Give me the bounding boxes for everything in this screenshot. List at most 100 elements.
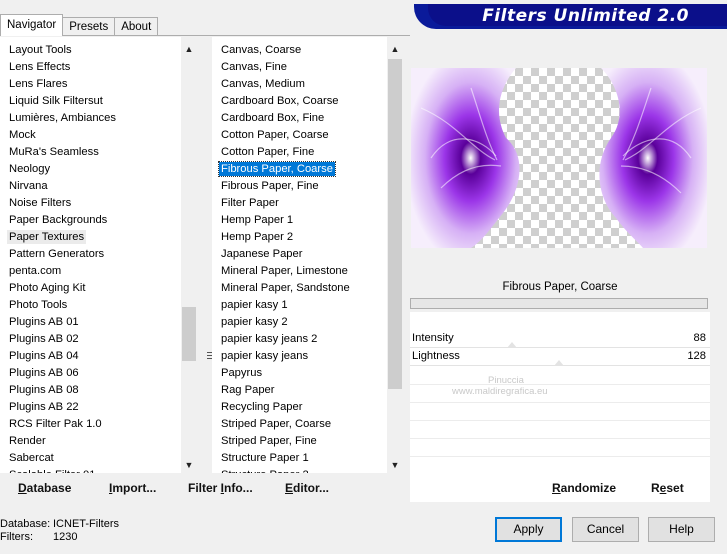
- category-item[interactable]: Layout Tools: [0, 43, 181, 60]
- slider-thumb-icon[interactable]: [554, 360, 564, 366]
- category-item[interactable]: Pattern Generators: [0, 247, 181, 264]
- scroll-down-icon[interactable]: ▼: [387, 457, 403, 473]
- category-item[interactable]: Liquid Silk Filtersut: [0, 94, 181, 111]
- filter-item-label: Structure Paper 2: [219, 468, 311, 473]
- database-button[interactable]: Database: [18, 481, 71, 495]
- filter-scrollbar[interactable]: ▲ ▼: [387, 37, 403, 473]
- filters-info: Filters: 1230: [0, 531, 77, 543]
- filter-item[interactable]: Mineral Paper, Sandstone: [212, 281, 387, 298]
- filter-item[interactable]: Cardboard Box, Coarse: [212, 94, 387, 111]
- category-item[interactable]: Scalable Filter 01: [0, 468, 181, 473]
- filter-item[interactable]: Papyrus: [212, 366, 387, 383]
- reset-button[interactable]: Reset: [651, 481, 684, 495]
- filter-item-label: Papyrus: [221, 367, 263, 379]
- filter-item[interactable]: papier kasy 1: [212, 298, 387, 315]
- tab-bar: Navigator Presets About: [0, 14, 159, 36]
- category-item-label: Sabercat: [9, 452, 54, 464]
- filter-item-label: Cardboard Box, Coarse: [221, 95, 339, 107]
- category-item[interactable]: MuRa's Seamless: [0, 145, 181, 162]
- filter-item[interactable]: Canvas, Medium: [212, 77, 387, 94]
- filter-item[interactable]: papier kasy jeans 2: [212, 332, 387, 349]
- filter-item[interactable]: Hemp Paper 2: [212, 230, 387, 247]
- filter-item-label: Fibrous Paper, Fine: [221, 180, 319, 192]
- category-item[interactable]: Nirvana: [0, 179, 181, 196]
- scroll-down-icon[interactable]: ▼: [181, 457, 197, 473]
- tab-about[interactable]: About: [114, 17, 159, 36]
- param-lightness[interactable]: Lightness 128: [410, 348, 710, 366]
- filter-item[interactable]: Recycling Paper: [212, 400, 387, 417]
- filter-item[interactable]: Japanese Paper: [212, 247, 387, 264]
- filter-item[interactable]: Cotton Paper, Coarse: [212, 128, 387, 145]
- filter-item-label: Structure Paper 1: [221, 452, 309, 464]
- preview-artwork: [411, 68, 707, 248]
- category-item[interactable]: Plugins AB 01: [0, 315, 181, 332]
- filters-value: 1230: [53, 531, 78, 543]
- category-item[interactable]: Lens Effects: [0, 60, 181, 77]
- scroll-up-icon[interactable]: ▲: [387, 41, 403, 57]
- category-item-label: Photo Aging Kit: [9, 282, 86, 294]
- scroll-up-icon[interactable]: ▲: [181, 41, 197, 57]
- filter-item[interactable]: Canvas, Coarse: [212, 43, 387, 60]
- param-intensity[interactable]: Intensity 88: [410, 330, 710, 348]
- database-info: Database: ICNET-Filters: [0, 518, 119, 530]
- category-scrollbar[interactable]: ▲ ▼: [181, 37, 197, 473]
- randomize-button[interactable]: Randomize: [552, 481, 616, 495]
- editor-button[interactable]: Editor...: [285, 481, 329, 495]
- category-list[interactable]: Layout Tools Lens Effects Lens Flares Liqui…: [0, 37, 181, 473]
- category-item[interactable]: Render: [0, 434, 181, 451]
- category-scroll-thumb[interactable]: [182, 307, 196, 361]
- filter-item-label: Cotton Paper, Fine: [221, 146, 315, 158]
- param-value: 88: [693, 332, 706, 344]
- category-item[interactable]: Plugins AB 04: [0, 349, 181, 366]
- filter-item[interactable]: Mineral Paper, Limestone: [212, 264, 387, 281]
- import-button[interactable]: Import...: [109, 481, 156, 495]
- filter-item[interactable]: Fibrous Paper, Fine: [212, 179, 387, 196]
- filter-item-label: papier kasy jeans: [221, 350, 309, 362]
- category-item[interactable]: Lumières, Ambiances: [0, 111, 181, 128]
- filter-list[interactable]: Canvas, Coarse Canvas, Fine Canvas, Medium…: [212, 37, 387, 473]
- help-button[interactable]: Help: [648, 517, 715, 542]
- category-item-label: Lens Effects: [9, 61, 71, 73]
- filter-item[interactable]: Rag Paper: [212, 383, 387, 400]
- category-item[interactable]: Noise Filters: [0, 196, 181, 213]
- category-item[interactable]: Plugins AB 06: [0, 366, 181, 383]
- category-item-label: Lens Flares: [9, 78, 68, 90]
- filter-item[interactable]: papier kasy jeans: [212, 349, 387, 366]
- category-item[interactable]: Mock: [0, 128, 181, 145]
- category-item[interactable]: Plugins AB 02: [0, 332, 181, 349]
- apply-button[interactable]: Apply: [495, 517, 562, 542]
- category-item-label: penta.com: [9, 265, 62, 277]
- filter-item[interactable]: Cardboard Box, Fine: [212, 111, 387, 128]
- category-item-label: Neology: [9, 163, 51, 175]
- category-item[interactable]: Photo Tools: [0, 298, 181, 315]
- category-item[interactable]: Paper Textures: [0, 230, 181, 247]
- tab-presets[interactable]: Presets: [62, 17, 116, 36]
- category-item[interactable]: RCS Filter Pak 1.0: [0, 417, 181, 434]
- category-item[interactable]: Neology: [0, 162, 181, 179]
- filter-item[interactable]: Hemp Paper 1: [212, 213, 387, 230]
- category-item[interactable]: Photo Aging Kit: [0, 281, 181, 298]
- filter-item[interactable]: Striped Paper, Coarse: [212, 417, 387, 434]
- filter-info-button[interactable]: Filter Info...: [188, 481, 253, 495]
- filter-item[interactable]: papier kasy 2: [212, 315, 387, 332]
- category-item[interactable]: Plugins AB 08: [0, 383, 181, 400]
- filter-item[interactable]: Structure Paper 1: [212, 451, 387, 468]
- filter-item[interactable]: Canvas, Fine: [212, 60, 387, 77]
- tab-navigator[interactable]: Navigator: [0, 14, 64, 36]
- filter-item[interactable]: Striped Paper, Fine: [212, 434, 387, 451]
- category-item-label: Paper Textures: [7, 230, 87, 244]
- filter-item-label: Striped Paper, Fine: [221, 435, 317, 447]
- filter-item[interactable]: Filter Paper: [212, 196, 387, 213]
- filter-item[interactable]: Cotton Paper, Fine: [212, 145, 387, 162]
- category-item[interactable]: Paper Backgrounds: [0, 213, 181, 230]
- category-item[interactable]: Lens Flares: [0, 77, 181, 94]
- category-item[interactable]: penta.com: [0, 264, 181, 281]
- filter-scroll-thumb[interactable]: [388, 59, 402, 389]
- drag-grip-icon[interactable]: [207, 352, 212, 361]
- category-item[interactable]: Plugins AB 22: [0, 400, 181, 417]
- cancel-button[interactable]: Cancel: [572, 517, 639, 542]
- filter-item-label: Cotton Paper, Coarse: [221, 129, 329, 141]
- filter-item[interactable]: Fibrous Paper, Coarse: [212, 161, 387, 179]
- filter-item[interactable]: Structure Paper 2: [212, 468, 387, 473]
- category-item[interactable]: Sabercat: [0, 451, 181, 468]
